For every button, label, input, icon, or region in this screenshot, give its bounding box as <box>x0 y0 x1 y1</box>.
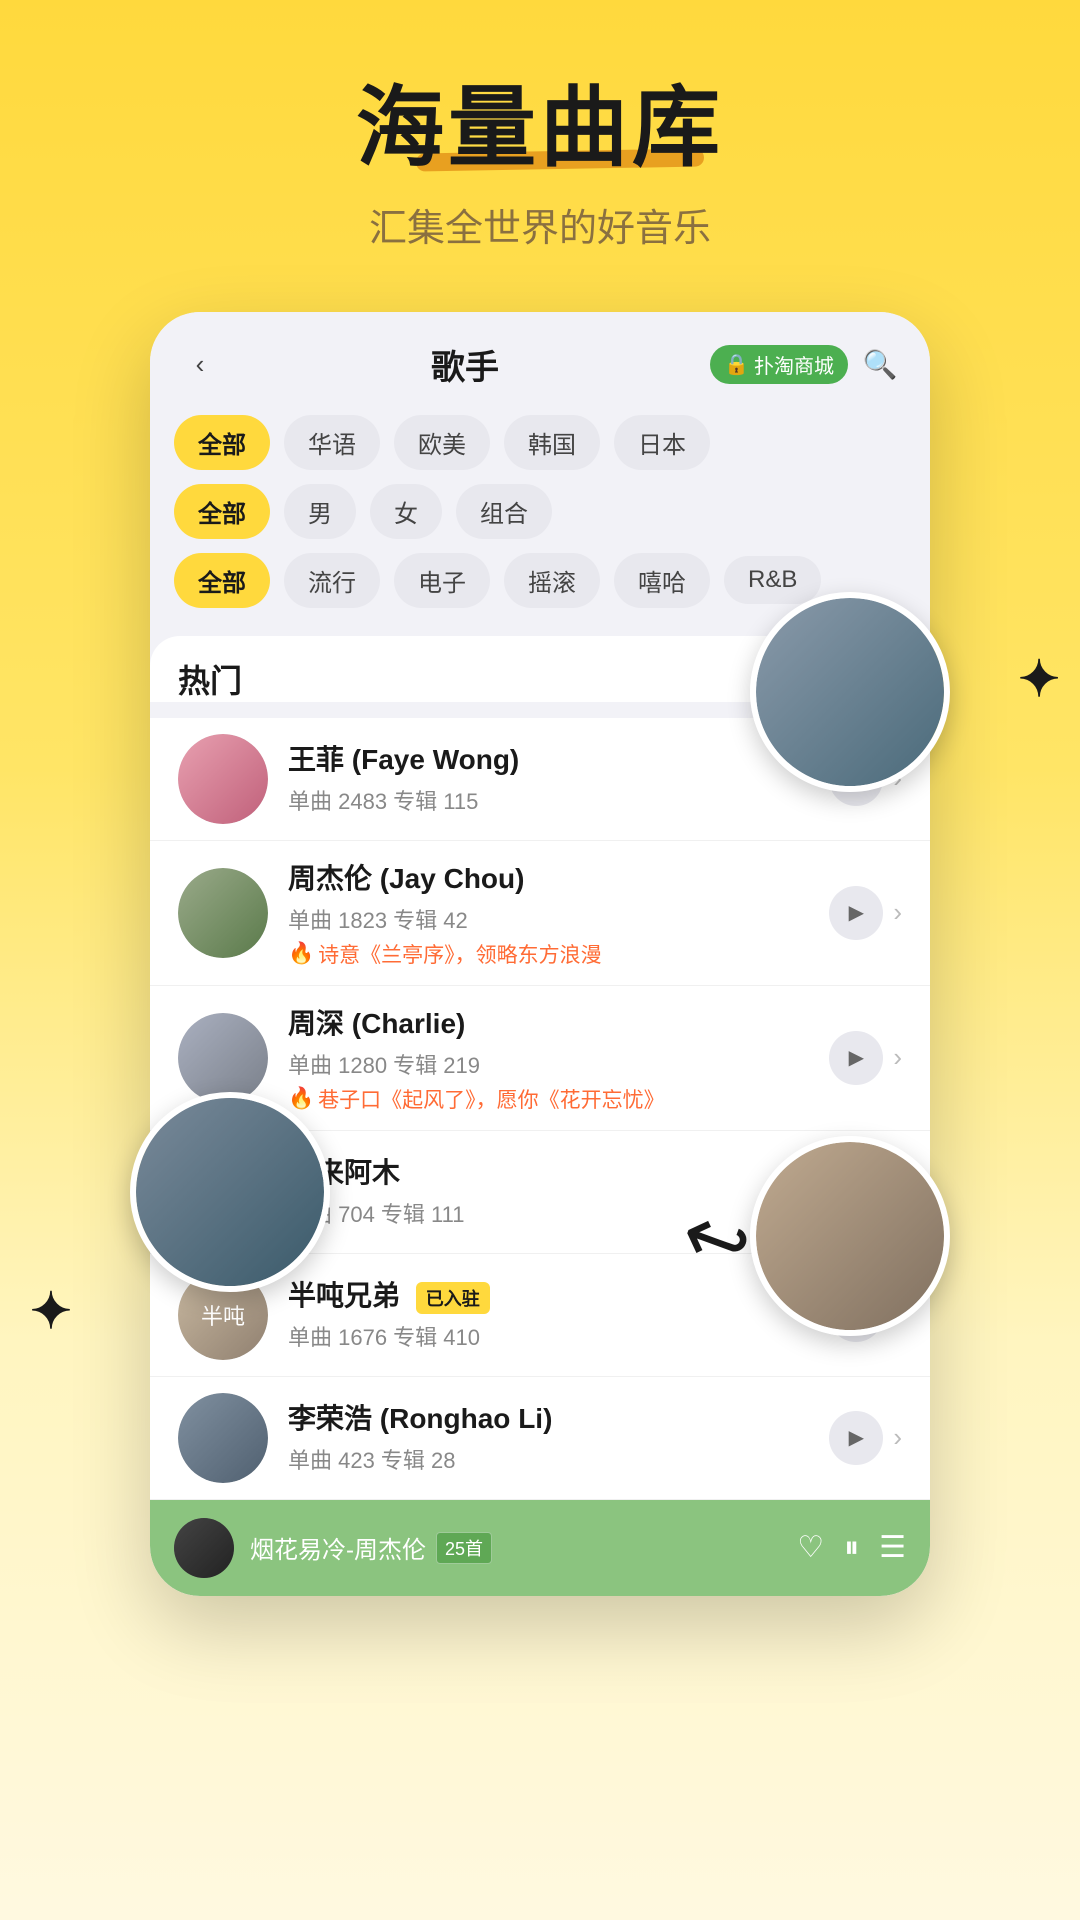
artist-stats-faye-wong: 单曲 2483 专辑 115 <box>288 784 809 816</box>
shop-lock-icon: 🔒 <box>724 352 749 377</box>
filter-tag-female[interactable]: 女 <box>370 484 442 539</box>
artist-actions-li-ronghao: ▶ › <box>829 1411 902 1465</box>
artist-name-jay-chou: 周杰伦 (Jay Chou) <box>288 857 809 897</box>
artist-avatar-charlie-zhou <box>178 1013 268 1103</box>
artist-hot-desc-charlie-zhou: 🔥 巷子口《起风了》，愿你《花开忘忧》 <box>288 1084 809 1114</box>
now-playing-info: 烟花易冷-周杰伦 25首 <box>250 1530 781 1565</box>
heart-button[interactable]: ♡ <box>797 1530 824 1565</box>
star-decoration-1: ✦ <box>1018 650 1060 708</box>
deco-circle-artist-3 <box>750 1136 950 1336</box>
hero-subtitle: 汇集全世界的好音乐 <box>0 197 1080 252</box>
filter-tag-chinese[interactable]: 华语 <box>284 415 380 470</box>
artist-name-li-ronghao: 李荣浩 (Ronghao Li) <box>288 1397 809 1437</box>
artist-info-li-ronghao: 李荣浩 (Ronghao Li) 单曲 423 专辑 28 <box>288 1397 809 1479</box>
app-header: ‹ 歌手 🔒 扑淘商城 🔍 <box>150 312 930 405</box>
filter-row-genre: 全部 流行 电子 摇滚 嘻哈 R&B <box>174 553 906 608</box>
play-button-li-ronghao[interactable]: ▶ <box>829 1411 883 1465</box>
filter-tag-male[interactable]: 男 <box>284 484 356 539</box>
artist-info-jay-chou: 周杰伦 (Jay Chou) 单曲 1823 专辑 42 🔥 诗意《兰亭序》，领… <box>288 857 809 969</box>
artist-name-hailai-amu: 海来阿木 <box>288 1151 809 1191</box>
filter-tag-group[interactable]: 组合 <box>456 484 552 539</box>
filter-tag-japanese[interactable]: 日本 <box>614 415 710 470</box>
artist-avatar-li-ronghao <box>178 1393 268 1483</box>
filter-tag-rock[interactable]: 摇滚 <box>504 553 600 608</box>
artist-avatar-faye-wong <box>178 734 268 824</box>
pause-button[interactable]: ⏸ <box>844 1531 859 1565</box>
filter-tag-rnb[interactable]: R&B <box>724 556 821 604</box>
filter-row-gender: 全部 男 女 组合 <box>174 484 906 539</box>
quality-badge: 25首 <box>436 1532 492 1564</box>
deco-circle-artist-2 <box>130 1092 330 1292</box>
verified-badge-half-ton: 已入驻 <box>416 1282 490 1314</box>
shop-label: 扑淘商城 <box>754 350 834 379</box>
app-title: 歌手 <box>431 340 499 389</box>
search-icon: 🔍 <box>863 348 898 381</box>
header-right: 🔒 扑淘商城 🔍 <box>710 344 900 384</box>
chevron-right-charlie-zhou: › <box>893 1042 902 1073</box>
artist-stats-li-ronghao: 单曲 423 专辑 28 <box>288 1443 809 1475</box>
filter-tag-korean[interactable]: 韩国 <box>504 415 600 470</box>
star-decoration-2: ✦ <box>30 1282 72 1340</box>
artist-info-faye-wong: 王菲 (Faye Wong) 单曲 2483 专辑 115 <box>288 738 809 820</box>
artist-name-faye-wong: 王菲 (Faye Wong) <box>288 738 809 778</box>
artist-info-charlie-zhou: 周深 (Charlie) 单曲 1280 专辑 219 🔥 巷子口《起风了》，愿… <box>288 1002 809 1114</box>
artist-item-jay-chou[interactable]: 周杰伦 (Jay Chou) 单曲 1823 专辑 42 🔥 诗意《兰亭序》，领… <box>150 841 930 986</box>
filter-tag-all-region[interactable]: 全部 <box>174 415 270 470</box>
artist-name-charlie-zhou: 周深 (Charlie) <box>288 1002 809 1042</box>
artist-stats-half-ton: 单曲 1676 专辑 410 <box>288 1320 809 1352</box>
artist-item-li-ronghao[interactable]: 李荣浩 (Ronghao Li) 单曲 423 专辑 28 ▶ › <box>150 1377 930 1500</box>
filter-tag-electronic[interactable]: 电子 <box>394 553 490 608</box>
filter-tag-western[interactable]: 欧美 <box>394 415 490 470</box>
deco-circle-artist-1 <box>750 592 950 792</box>
artist-hot-desc-jay-chou: 🔥 诗意《兰亭序》，领略东方浪漫 <box>288 939 809 969</box>
fire-icon-jay-chou: 🔥 <box>288 942 314 966</box>
filter-tag-all-gender[interactable]: 全部 <box>174 484 270 539</box>
hero-title: 海量曲库 <box>356 80 724 177</box>
filter-tag-pop[interactable]: 流行 <box>284 553 380 608</box>
shop-badge[interactable]: 🔒 扑淘商城 <box>710 345 848 384</box>
fire-icon-charlie-zhou: 🔥 <box>288 1087 314 1111</box>
phone-wrapper: ↩ ‹ 歌手 🔒 扑淘商城 🔍 全部 华语 欧美 <box>150 312 930 1596</box>
artist-stats-jay-chou: 单曲 1823 专辑 42 <box>288 903 809 935</box>
artist-stats-charlie-zhou: 单曲 1280 专辑 219 <box>288 1048 809 1080</box>
artist-avatar-jay-chou <box>178 868 268 958</box>
artist-actions-jay-chou: ▶ › <box>829 886 902 940</box>
hot-desc-text-charlie-zhou: 巷子口《起风了》，愿你《花开忘忧》 <box>318 1084 665 1114</box>
artist-actions-charlie-zhou: ▶ › <box>829 1031 902 1085</box>
now-playing-bar[interactable]: 烟花易冷-周杰伦 25首 ♡ ⏸ ☰ <box>150 1500 930 1596</box>
chevron-right-jay-chou: › <box>893 897 902 928</box>
phone-mockup: ‹ 歌手 🔒 扑淘商城 🔍 全部 华语 欧美 韩国 日本 <box>150 312 930 1596</box>
now-playing-title: 烟花易冷-周杰伦 <box>250 1530 426 1565</box>
search-button[interactable]: 🔍 <box>860 344 900 384</box>
filter-row-region: 全部 华语 欧美 韩国 日本 <box>174 415 906 470</box>
filter-tag-hiphop[interactable]: 嘻哈 <box>614 553 710 608</box>
filter-tag-all-genre[interactable]: 全部 <box>174 553 270 608</box>
back-button[interactable]: ‹ <box>180 344 220 384</box>
hot-desc-text-jay-chou: 诗意《兰亭序》，领略东方浪漫 <box>318 939 602 969</box>
now-playing-avatar <box>174 1518 234 1578</box>
play-button-charlie-zhou[interactable]: ▶ <box>829 1031 883 1085</box>
now-playing-controls: ♡ ⏸ ☰ <box>797 1530 906 1565</box>
playlist-button[interactable]: ☰ <box>879 1530 906 1565</box>
chevron-right-li-ronghao: › <box>893 1422 902 1453</box>
play-button-jay-chou[interactable]: ▶ <box>829 886 883 940</box>
hero-section: 海量曲库 汇集全世界的好音乐 <box>0 0 1080 282</box>
